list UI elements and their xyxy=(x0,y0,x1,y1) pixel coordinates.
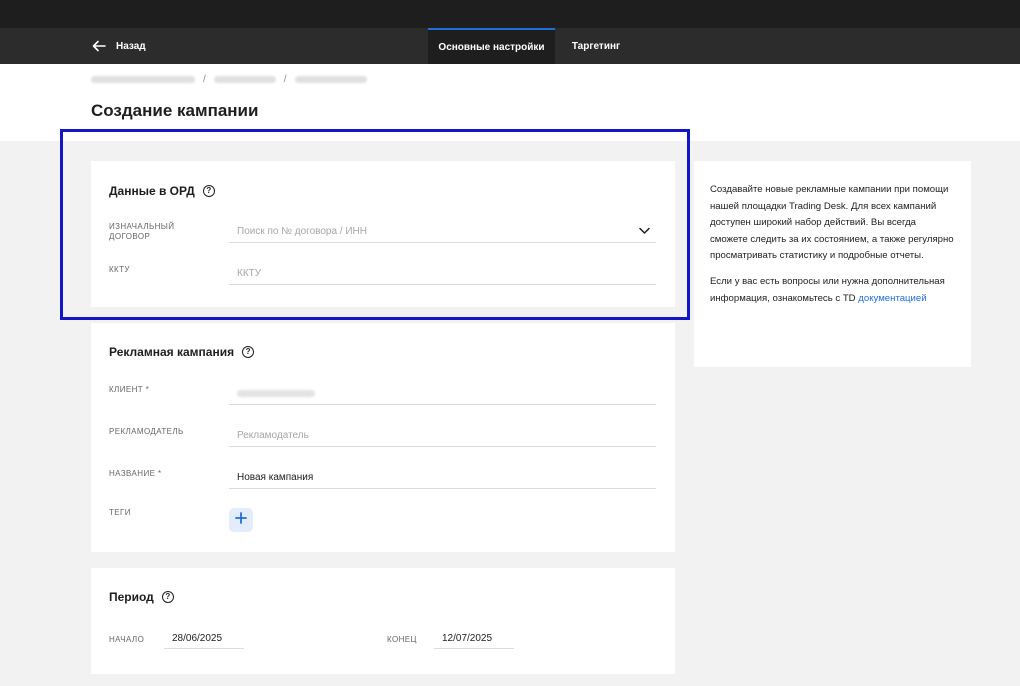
contract-label: ИЗНАЧАЛЬНЫЙ ДОГОВОР xyxy=(109,222,175,241)
end-date-input[interactable]: 12/07/2025 xyxy=(434,629,514,649)
navigation-bar: Назад Основные настройки Таргетинг xyxy=(0,28,1020,64)
campaign-name-input[interactable]: Новая кампания xyxy=(229,467,656,489)
page-title: Создание кампании xyxy=(91,101,259,120)
ord-title-text: Данные в ОРД xyxy=(109,184,195,198)
campaign-name-value: Новая кампания xyxy=(237,472,314,483)
info-paragraph: Создавайте новые рекламные кампании при … xyxy=(710,184,954,262)
ord-data-card: Данные в ОРД ? ИЗНАЧАЛЬНЫЙ ДОГОВОР Поиск… xyxy=(91,161,675,307)
advertiser-label: РЕКЛАМОДАТЕЛЬ xyxy=(109,427,184,436)
start-date-label: НАЧАЛО xyxy=(109,635,145,644)
arrow-left-icon xyxy=(92,40,106,52)
help-circle-icon[interactable]: ? xyxy=(202,185,215,197)
campaign-card-title: Рекламная кампания ? xyxy=(109,345,255,359)
page-header: / / Создание кампании xyxy=(0,64,1020,141)
back-button[interactable]: Назад xyxy=(92,28,146,64)
tags-label: ТЕГИ xyxy=(109,508,131,517)
breadcrumb: / / xyxy=(91,74,367,85)
breadcrumb-item-redacted[interactable] xyxy=(91,76,195,83)
ord-card-title: Данные в ОРД ? xyxy=(109,184,215,198)
client-select[interactable] xyxy=(229,383,656,405)
advertiser-placeholder: Рекламодатель xyxy=(237,430,309,441)
breadcrumb-item-redacted[interactable] xyxy=(213,76,276,83)
period-card: Период ? НАЧАЛО 28/06/2025 КОНЕЦ 12/07/2… xyxy=(91,568,675,674)
tab-label: Основные настройки xyxy=(438,41,545,53)
tab-targeting[interactable]: Таргетинг xyxy=(560,28,632,64)
period-card-title: Период ? xyxy=(109,590,174,604)
info-paragraph: Если у вас есть вопросы или нужна дополн… xyxy=(710,274,955,307)
campaign-card: Рекламная кампания ? КЛИЕНТ * РЕКЛАМОДАТ… xyxy=(91,323,675,552)
add-tag-button[interactable] xyxy=(229,508,253,532)
tab-label: Таргетинг xyxy=(571,40,621,52)
contract-placeholder: Поиск по № договора / ИНН xyxy=(237,226,367,237)
breadcrumb-separator: / xyxy=(283,74,287,85)
kktu-placeholder: ККТУ xyxy=(237,268,262,279)
advertiser-input[interactable]: Рекламодатель xyxy=(229,425,656,447)
contract-search-dropdown[interactable]: Поиск по № договора / ИНН xyxy=(229,221,656,243)
client-label: КЛИЕНТ * xyxy=(109,385,150,394)
client-value-redacted xyxy=(237,390,315,397)
kktu-label: ККТУ xyxy=(109,265,130,274)
help-circle-icon[interactable]: ? xyxy=(242,346,255,358)
breadcrumb-item-redacted xyxy=(294,76,367,83)
info-panel: Создавайте новые рекламные кампании при … xyxy=(694,161,971,367)
start-date-input[interactable]: 28/06/2025 xyxy=(164,629,244,649)
plus-icon xyxy=(235,511,247,529)
chevron-down-icon[interactable] xyxy=(639,227,650,238)
top-system-bar xyxy=(0,0,1020,28)
campaign-name-label: НАЗВАНИЕ * xyxy=(109,469,162,478)
tab-basic-settings[interactable]: Основные настройки xyxy=(428,28,555,64)
breadcrumb-separator: / xyxy=(203,74,206,85)
start-date-value: 28/06/2025 xyxy=(172,633,223,644)
period-title-text: Период xyxy=(109,590,154,604)
back-label: Назад xyxy=(116,40,146,52)
documentation-link[interactable]: документацией xyxy=(858,293,926,304)
end-date-label: КОНЕЦ xyxy=(387,635,417,644)
campaign-title-text: Рекламная кампания xyxy=(109,345,235,359)
kktu-input[interactable]: ККТУ xyxy=(229,263,656,285)
end-date-value: 12/07/2025 xyxy=(442,633,493,644)
help-circle-icon[interactable]: ? xyxy=(161,591,174,603)
